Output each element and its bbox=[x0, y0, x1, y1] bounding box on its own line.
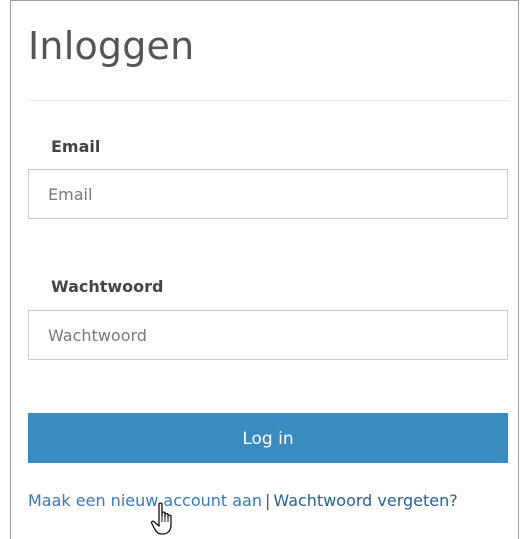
link-separator: | bbox=[265, 491, 271, 510]
page-title: Inloggen bbox=[28, 24, 195, 68]
password-field[interactable] bbox=[28, 310, 508, 360]
email-label: Email bbox=[51, 137, 101, 156]
forgot-password-link[interactable]: Wachtwoord vergeten? bbox=[273, 491, 457, 510]
login-button[interactable]: Log in bbox=[28, 413, 508, 463]
email-field[interactable] bbox=[28, 169, 508, 219]
hand-pointer-icon bbox=[150, 502, 172, 535]
password-label: Wachtwoord bbox=[51, 277, 164, 296]
title-divider bbox=[28, 100, 509, 101]
register-link[interactable]: Maak een nieuw account aan bbox=[28, 491, 262, 510]
account-links: Maak een nieuw account aan | Wachtwoord ve… bbox=[28, 490, 458, 512]
login-panel: Inloggen Email Wachtwoord Log in Maak ee… bbox=[10, 0, 519, 539]
